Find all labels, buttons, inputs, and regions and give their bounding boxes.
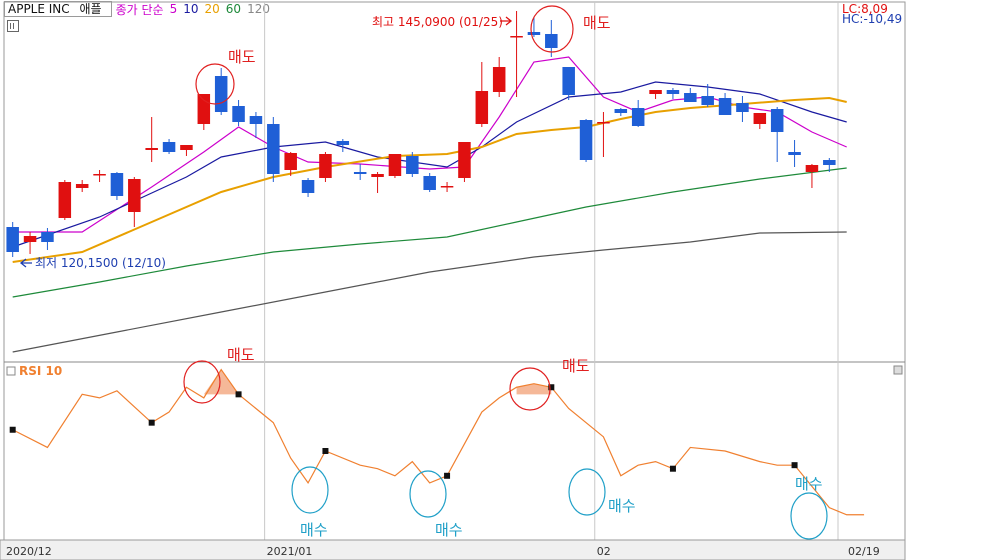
candle-body [770,109,784,132]
rsi-title: RSI 10 [19,364,62,378]
candle-body [284,153,297,170]
rsi-panel-button [893,365,903,375]
candle-body [649,90,662,94]
candle-body [128,179,141,212]
candle-body [406,156,419,174]
candle-body [267,124,280,174]
candle-body [510,36,523,38]
candle-body [440,186,454,188]
candle-body [58,182,72,218]
candle-body [475,91,489,124]
rsi-overbought-fill [203,369,239,395]
rsi-marker [148,419,155,426]
candle-body [249,116,263,124]
candle-body [545,34,558,48]
candle-body [180,145,193,150]
candle-body [631,108,645,126]
x-axis-label: 2020/12 [6,545,52,558]
candle-body [614,109,628,113]
candle-body [684,93,697,102]
hc-value: HC:-10,49 [842,12,902,26]
candle-body [319,154,332,178]
rsi-buy-circle-4 [790,492,828,540]
ma-120-line [12,231,847,353]
rsi-buy-label-4: 매수 [795,475,823,493]
x-axis-label: 02 [597,545,611,558]
candle-body [232,106,245,122]
rsi-buy-circle-3 [568,468,606,516]
candle-body [458,142,471,178]
candle-body [336,141,350,145]
rsi-marker [444,472,451,479]
rsi-marker [791,462,798,469]
rsi-buy-label-1: 매수 [300,521,328,539]
x-axis-label: 2021/01 [267,545,313,558]
chart-frame [3,1,906,541]
rsi-sell-label-1: 매도 [227,346,255,364]
candle-body [371,174,384,177]
candle-body [23,236,37,242]
candle-body [75,184,89,188]
candle-body [597,122,610,124]
sell-label-2: 매도 [583,14,611,32]
rsi-buy-label-3: 매수 [608,497,636,515]
candle-body [110,173,124,196]
candle-body [197,94,211,124]
candle-body [492,67,506,92]
candle-body [736,103,749,112]
rsi-marker [235,391,242,398]
candle-body [145,148,158,150]
rsi-overbought-fill [516,383,552,395]
candle-body [388,154,402,176]
candle-body [718,98,732,115]
x-axis-strip [0,539,906,560]
rsi-marker [9,426,16,433]
candle-body [93,174,106,176]
rsi-toggle-icon [6,366,16,376]
candle-body [579,120,593,160]
candle-body [666,90,680,94]
candle-body [701,96,714,105]
candle-body [6,227,19,252]
candle-body [788,152,801,155]
rsi-buy-label-2: 매수 [435,521,463,539]
candle-body [805,165,819,172]
rsi-buy-circle-2 [409,470,447,518]
candle-body [162,142,176,152]
x-axis-label: 02/19 [848,545,880,558]
low-annotation: 최저 120,1500 (12/10) [35,256,166,270]
sell-label-1: 매도 [228,48,256,66]
candle-body [562,67,575,95]
candle-body [753,113,767,124]
candle-body [214,76,228,112]
rsi-sell-label-2: 매도 [562,357,590,375]
rsi-line [12,368,865,516]
rsi-buy-circle-1 [291,466,329,514]
high-annotation: 최고 145,0900 (01/25) [372,15,503,29]
rsi-marker [322,448,329,454]
candle-body [527,32,541,35]
candle-body [301,180,315,193]
candle-body [41,232,54,242]
candle-body [823,160,836,165]
chart-canvas: 142,5000140,0000137,5000135,0000132,5000… [0,1,906,560]
candle-body [353,172,367,174]
candle-body [423,176,436,190]
rsi-marker [669,465,676,472]
